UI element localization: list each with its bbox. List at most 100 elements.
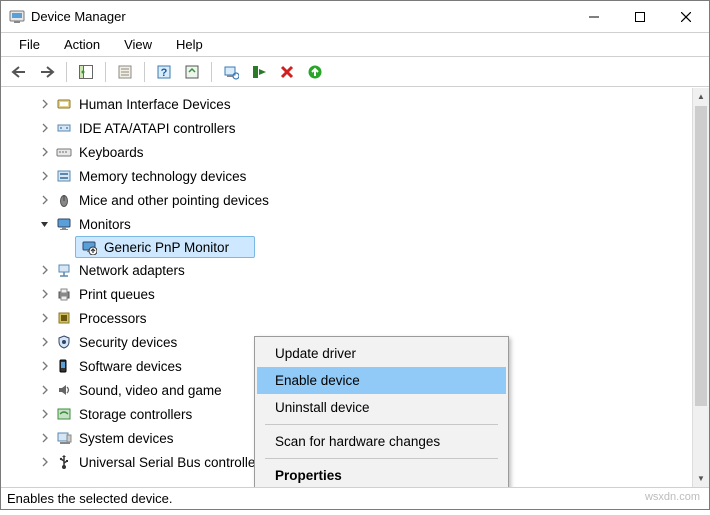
maximize-button[interactable] <box>617 1 663 32</box>
keyboard-icon <box>55 143 73 161</box>
tree-item-ide[interactable]: IDE ATA/ATAPI controllers <box>7 116 709 140</box>
enable-device-button[interactable] <box>247 60 271 84</box>
ide-icon <box>55 119 73 137</box>
menu-enable-device[interactable]: Enable device <box>257 367 506 394</box>
menu-separator <box>265 424 498 425</box>
tree-item-label: IDE ATA/ATAPI controllers <box>79 121 236 136</box>
tree-item-label: Monitors <box>79 217 131 232</box>
tree-item-label: Network adapters <box>79 263 185 278</box>
scrollbar[interactable]: ▲ ▼ <box>692 88 709 487</box>
chevron-right-icon[interactable] <box>39 288 51 300</box>
chevron-right-icon[interactable] <box>39 146 51 158</box>
status-text: Enables the selected device. <box>7 491 173 506</box>
statusbar: Enables the selected device. <box>1 487 709 509</box>
tree-item-printer[interactable]: Print queues <box>7 282 709 306</box>
tree-item-label: System devices <box>79 431 174 446</box>
chevron-right-icon[interactable] <box>39 360 51 372</box>
usb-icon <box>55 453 73 471</box>
chevron-right-icon[interactable] <box>39 432 51 444</box>
scan-hardware-button[interactable] <box>219 60 243 84</box>
chevron-right-icon[interactable] <box>39 170 51 182</box>
tree-item-keyboard[interactable]: Keyboards <box>7 140 709 164</box>
tree-item-hid[interactable]: Human Interface Devices <box>7 92 709 116</box>
window-controls <box>571 1 709 32</box>
tree-item-mouse[interactable]: Mice and other pointing devices <box>7 188 709 212</box>
tree-item-label: Universal Serial Bus controllers <box>79 455 267 470</box>
menu-help[interactable]: Help <box>166 35 213 54</box>
software-icon <box>55 357 73 375</box>
window-title: Device Manager <box>31 9 571 24</box>
tree-item-label: Keyboards <box>79 145 144 160</box>
chevron-right-icon[interactable] <box>39 264 51 276</box>
tree-item-memory[interactable]: Memory technology devices <box>7 164 709 188</box>
context-menu: Update driver Enable device Uninstall de… <box>254 336 509 487</box>
menu-properties[interactable]: Properties <box>257 462 506 487</box>
chevron-right-icon[interactable] <box>39 456 51 468</box>
tree-item-label: Mice and other pointing devices <box>79 193 269 208</box>
toolbar-separator <box>66 62 67 82</box>
tree-item-label: Processors <box>79 311 147 326</box>
titlebar: Device Manager <box>1 1 709 33</box>
tree-item-cpu[interactable]: Processors <box>7 306 709 330</box>
network-icon <box>55 261 73 279</box>
tree-item-label: Sound, video and game <box>79 383 222 398</box>
chevron-right-icon[interactable] <box>39 336 51 348</box>
tree-item-label: Print queues <box>79 287 155 302</box>
show-hide-button[interactable] <box>74 60 98 84</box>
mouse-icon <box>55 191 73 209</box>
tree-item-label: Memory technology devices <box>79 169 246 184</box>
tree-item-monitor[interactable]: Monitors <box>7 212 709 236</box>
tree-item-label: Generic PnP Monitor <box>104 240 229 255</box>
toolbar-separator <box>211 62 212 82</box>
watermark: wsxdn.com <box>645 491 700 503</box>
menu-separator <box>265 458 498 459</box>
forward-button[interactable] <box>35 60 59 84</box>
cpu-icon <box>55 309 73 327</box>
monitor-icon <box>55 215 73 233</box>
menu-scan-hardware[interactable]: Scan for hardware changes <box>257 428 506 455</box>
uninstall-button[interactable] <box>275 60 299 84</box>
chevron-right-icon[interactable] <box>39 384 51 396</box>
properties-button[interactable] <box>113 60 137 84</box>
tree-item-label: Security devices <box>79 335 177 350</box>
chevron-right-icon[interactable] <box>39 122 51 134</box>
chevron-right-icon[interactable] <box>39 194 51 206</box>
menu-file[interactable]: File <box>9 35 50 54</box>
update-driver-button[interactable] <box>303 60 327 84</box>
app-icon <box>9 9 25 25</box>
chevron-down-icon[interactable] <box>39 218 51 230</box>
scroll-down-icon[interactable]: ▼ <box>693 470 709 487</box>
tree-item-label: Human Interface Devices <box>79 97 231 112</box>
toolbar-separator <box>144 62 145 82</box>
menu-view[interactable]: View <box>114 35 162 54</box>
menu-update-driver[interactable]: Update driver <box>257 340 506 367</box>
action-button[interactable] <box>180 60 204 84</box>
help-button[interactable]: ? <box>152 60 176 84</box>
menu-uninstall-device[interactable]: Uninstall device <box>257 394 506 421</box>
menubar: File Action View Help <box>1 33 709 57</box>
tree-item-label: Storage controllers <box>79 407 192 422</box>
security-icon <box>55 333 73 351</box>
scroll-up-icon[interactable]: ▲ <box>693 88 709 105</box>
svg-text:?: ? <box>161 67 168 79</box>
memory-icon <box>55 167 73 185</box>
toolbar: ? <box>1 57 709 87</box>
system-icon <box>55 429 73 447</box>
close-button[interactable] <box>663 1 709 32</box>
tree-item-monitor-disabled[interactable]: Generic PnP Monitor <box>75 236 255 258</box>
tree-item-network[interactable]: Network adapters <box>7 258 709 282</box>
hid-icon <box>55 95 73 113</box>
chevron-right-icon[interactable] <box>39 312 51 324</box>
sound-icon <box>55 381 73 399</box>
chevron-right-icon[interactable] <box>39 408 51 420</box>
tree-item-label: Software devices <box>79 359 182 374</box>
back-button[interactable] <box>7 60 31 84</box>
minimize-button[interactable] <box>571 1 617 32</box>
chevron-right-icon[interactable] <box>39 98 51 110</box>
scroll-thumb[interactable] <box>695 106 707 406</box>
monitor-disabled-icon <box>80 238 98 256</box>
toolbar-separator <box>105 62 106 82</box>
device-manager-window: Device Manager File Action View Help <box>0 0 710 510</box>
menu-action[interactable]: Action <box>54 35 110 54</box>
printer-icon <box>55 285 73 303</box>
